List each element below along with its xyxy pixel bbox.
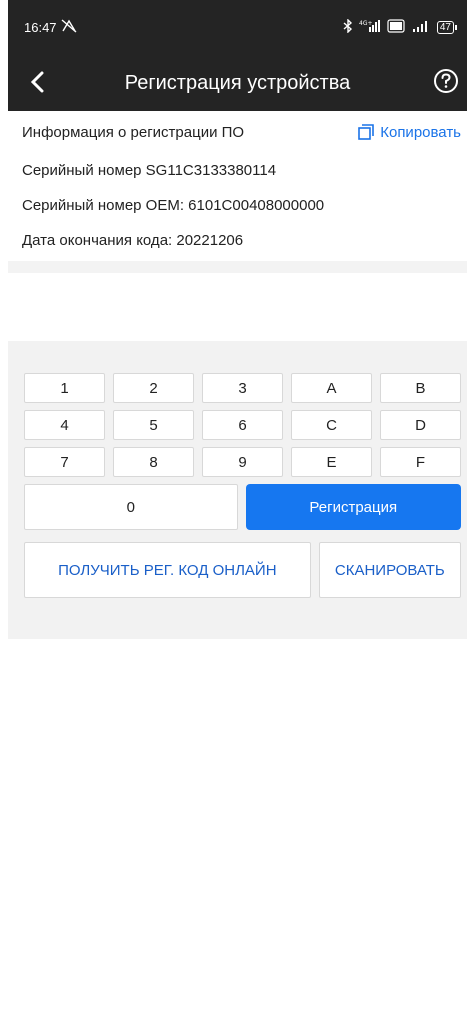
battery-level: 47 [436, 21, 454, 34]
help-button[interactable] [431, 66, 461, 96]
svg-text:4G+: 4G+ [359, 20, 373, 27]
key-6[interactable]: 6 [202, 410, 283, 440]
copy-icon [358, 124, 375, 140]
key-5[interactable]: 5 [113, 410, 194, 440]
code-display-area [8, 273, 467, 341]
serial-number: Серийный номер SG11C3133380114 [22, 162, 277, 179]
key-0[interactable]: 0 [24, 484, 238, 530]
key-c[interactable]: C [291, 410, 372, 440]
keypad-row: 7 8 9 E F [24, 447, 461, 477]
get-code-online-button[interactable]: ПОЛУЧИТЬ РЕГ. КОД ОНЛАЙН [24, 542, 311, 598]
keypad: 1 2 3 A B 4 5 6 C D 7 8 9 E F 0 Регистра… [8, 341, 467, 639]
key-7[interactable]: 7 [24, 447, 105, 477]
app-frame: 16:47 4G+ 47 Регистрация устройства Инфо… [8, 0, 467, 1035]
info-heading: Информация о регистрации ПО [22, 123, 245, 141]
question-circle-icon [434, 69, 458, 93]
divider [8, 261, 467, 273]
copy-button[interactable]: Копировать [358, 124, 461, 141]
keypad-row: 4 5 6 C D [24, 410, 461, 440]
scan-button[interactable]: СКАНИРОВАТЬ [318, 542, 461, 598]
key-a[interactable]: A [291, 373, 372, 403]
action-row: ПОЛУЧИТЬ РЕГ. КОД ОНЛАЙН СКАНИРОВАТЬ [24, 542, 461, 598]
oem-serial-number: Серийный номер OEM: 6101C00408000000 [22, 197, 325, 214]
volte-icon [387, 19, 405, 36]
code-expiry-date: Дата окончания кода: 20221206 [22, 232, 244, 249]
key-3[interactable]: 3 [202, 373, 283, 403]
registration-info: Информация о регистрации ПО Копировать С… [8, 111, 467, 258]
chevron-left-icon [30, 71, 44, 93]
back-button[interactable] [22, 67, 52, 97]
copy-label: Копировать [380, 123, 461, 141]
status-time: 16:47 [24, 20, 57, 35]
key-e[interactable]: E [291, 447, 372, 477]
signal-off-icon [61, 19, 77, 36]
keypad-row: 0 Регистрация [24, 484, 461, 530]
signal-icon [411, 19, 431, 36]
status-bar: 16:47 4G+ 47 [8, 0, 467, 55]
key-b[interactable]: B [380, 373, 461, 403]
key-8[interactable]: 8 [113, 447, 194, 477]
key-f[interactable]: F [380, 447, 461, 477]
key-d[interactable]: D [380, 410, 461, 440]
key-1[interactable]: 1 [24, 373, 105, 403]
bluetooth-icon [343, 18, 353, 36]
network-4g-icon: 4G+ [359, 19, 381, 36]
title-bar: Регистрация устройства [8, 55, 467, 111]
register-button[interactable]: Регистрация [245, 484, 461, 530]
keypad-row: 1 2 3 A B [24, 373, 461, 403]
key-9[interactable]: 9 [202, 447, 283, 477]
key-4[interactable]: 4 [24, 410, 105, 440]
key-2[interactable]: 2 [113, 373, 194, 403]
page-title: Регистрация устройства [124, 71, 351, 94]
battery-icon: 47 [436, 21, 457, 34]
